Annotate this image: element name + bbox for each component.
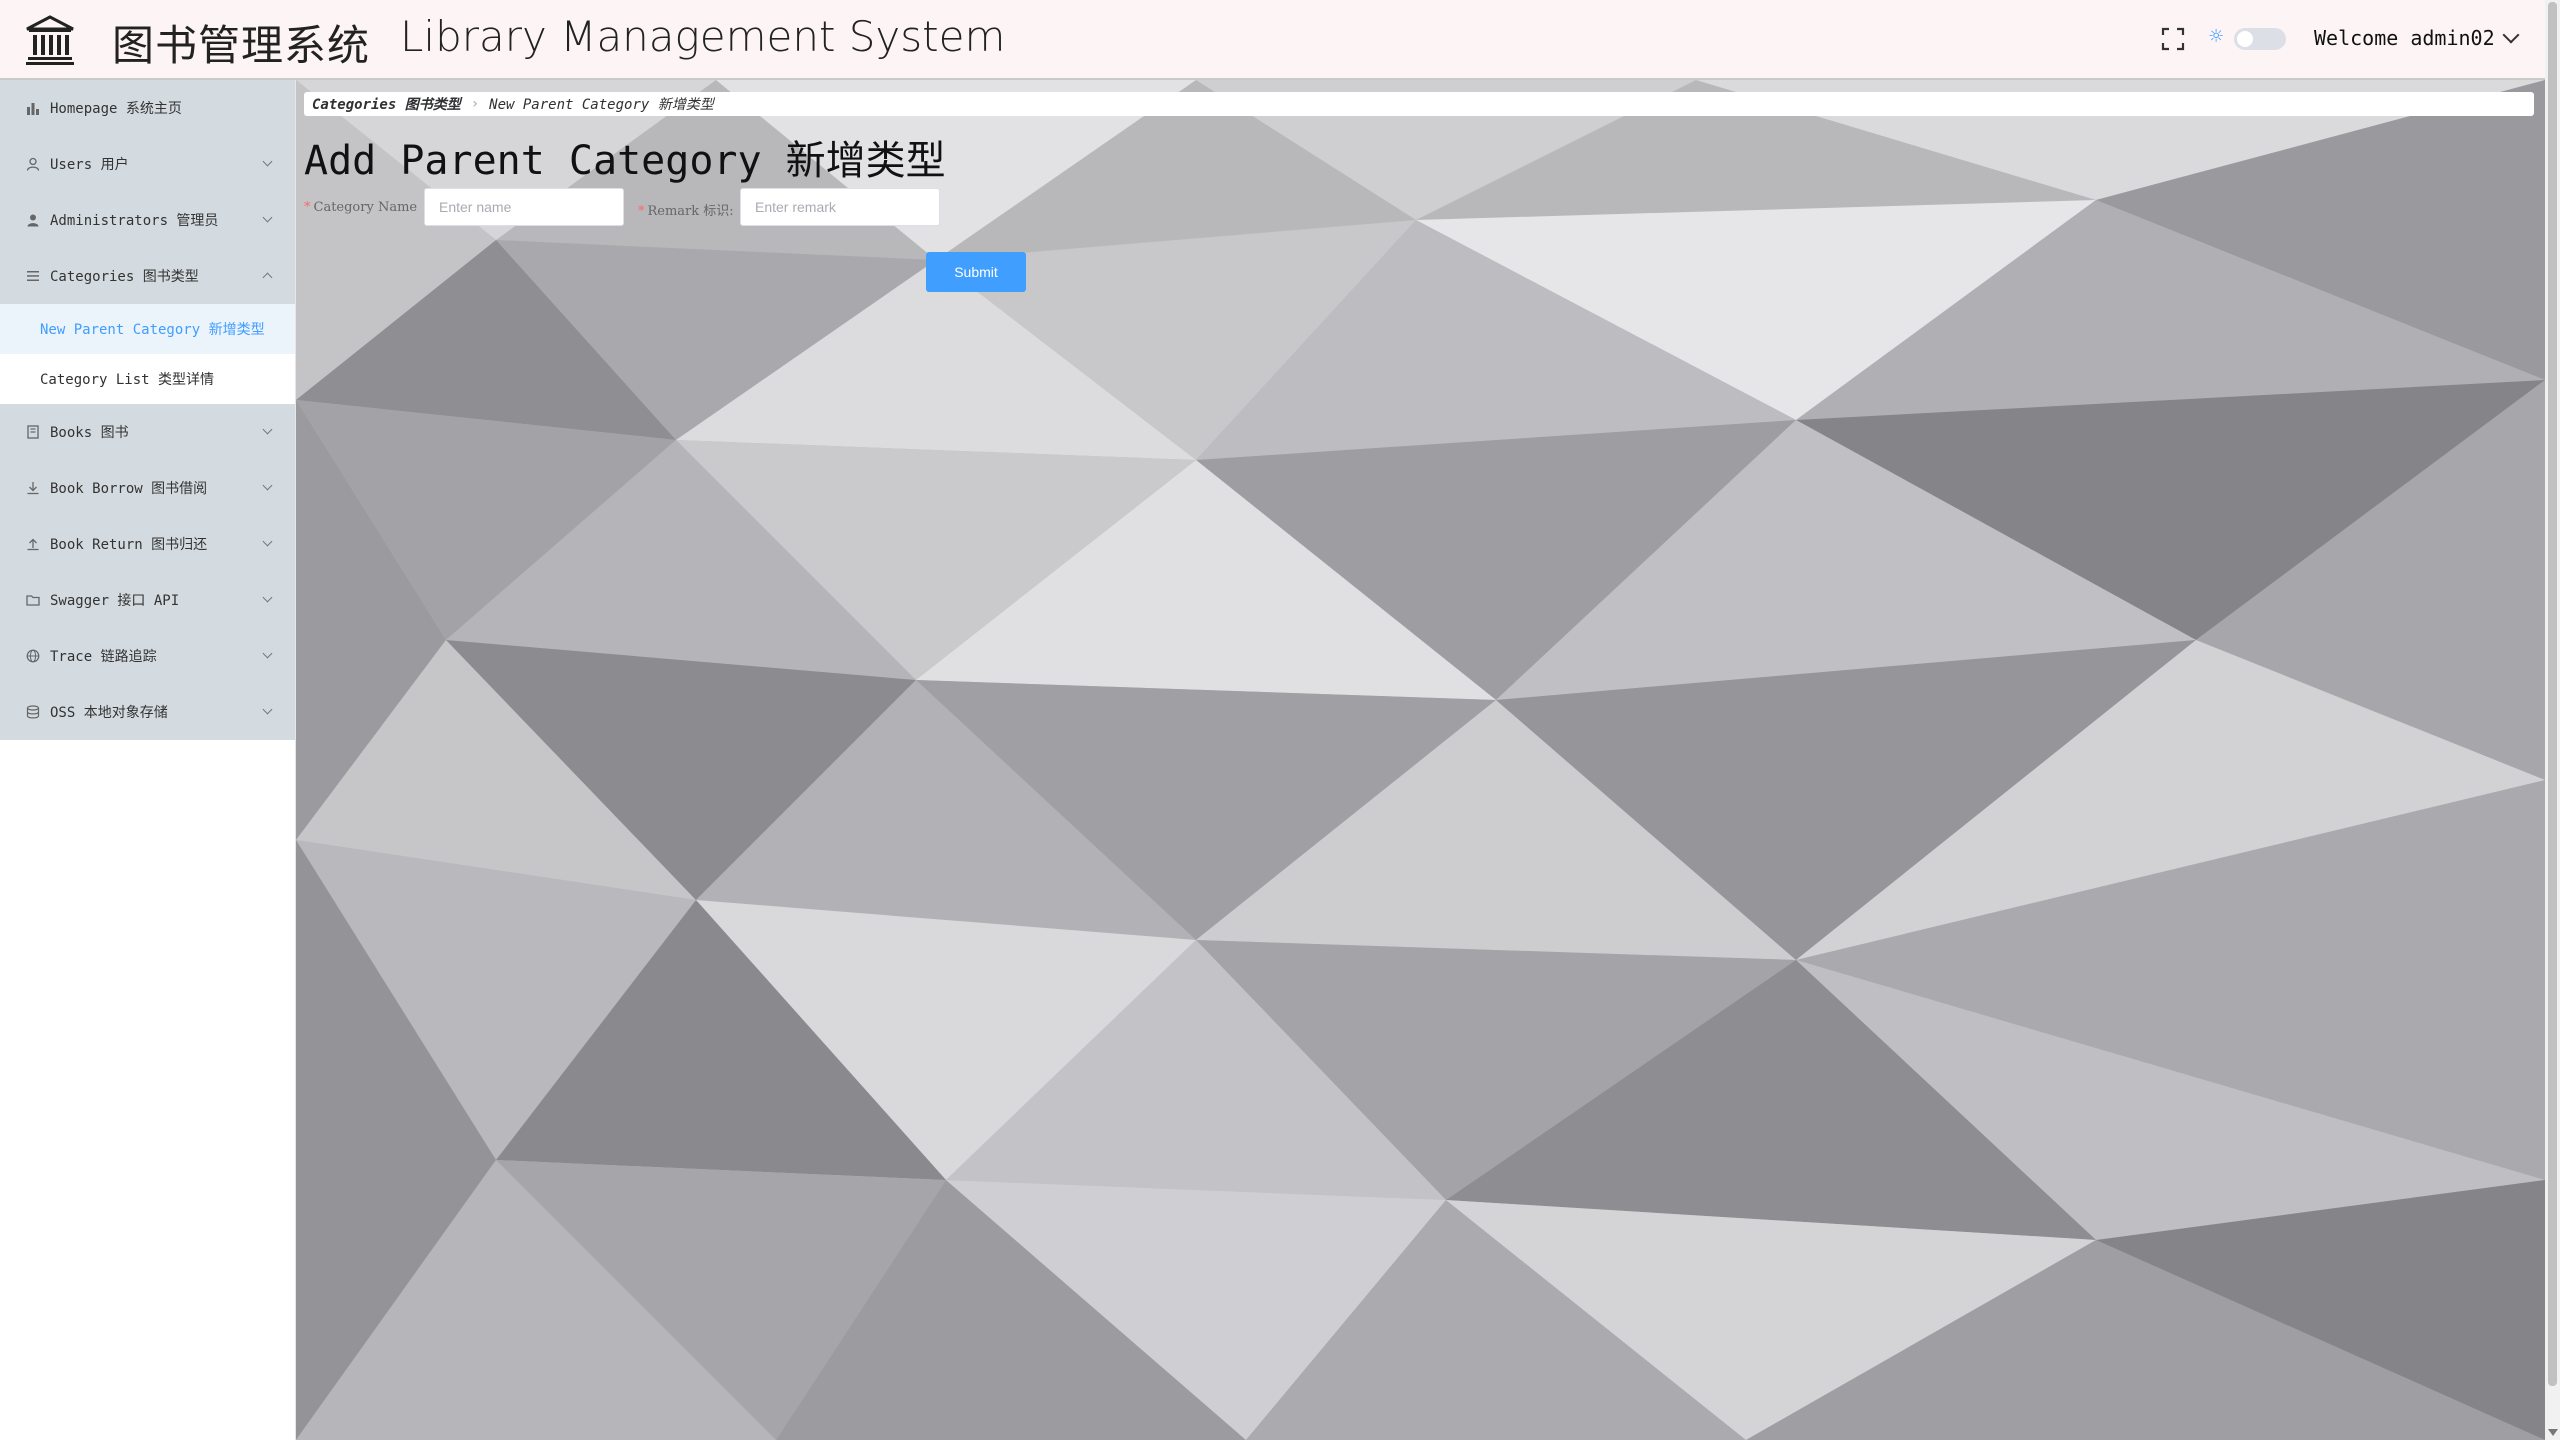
breadcrumb-separator-icon: › (470, 96, 480, 112)
top-header: 图书管理系统 Library Management System ☼ Welco… (0, 0, 2545, 80)
chevron-down-icon (262, 648, 273, 659)
sidebar-item-label: OSS 本地对象存储 (50, 705, 168, 721)
sidebar-item-oss[interactable]: OSS 本地对象存储 (0, 684, 295, 740)
vertical-scrollbar[interactable] (2545, 0, 2560, 1440)
required-asterisk: * (638, 204, 645, 219)
user-menu[interactable]: Welcome admin02 (2314, 26, 2520, 50)
sidebar-item-label: Books 图书 (50, 425, 129, 441)
sidebar-item-label: Book Borrow 图书借阅 (50, 481, 208, 497)
breadcrumb-current: New Parent Category 新增类型 (489, 97, 714, 113)
user-icon (24, 155, 42, 173)
main-content: Categories 图书类型 › New Parent Category 新增… (296, 80, 2545, 1440)
upload-icon (24, 535, 42, 553)
sidebar-item-label: Homepage 系统主页 (50, 101, 182, 117)
chevron-down-icon (262, 536, 273, 547)
sidebar-item-administrators[interactable]: Administrators 管理员 (0, 192, 295, 248)
library-icon (26, 15, 74, 65)
sidebar-item-book-return[interactable]: Book Return 图书归还 (0, 516, 295, 572)
breadcrumb: Categories 图书类型 › New Parent Category 新增… (304, 92, 2534, 116)
folder-icon (24, 591, 42, 609)
sidebar: Homepage 系统主页 Users 用户 Administrators 管理… (0, 80, 296, 1440)
sidebar-item-users[interactable]: Users 用户 (0, 136, 295, 192)
label-colon: : (729, 204, 734, 219)
sidebar-subitem-category-list[interactable]: Category List 类型详情 (0, 354, 295, 404)
chevron-down-icon (262, 424, 273, 435)
sidebar-subitem-label: New Parent Category 新增类型 (40, 322, 265, 338)
sidebar-item-homepage[interactable]: Homepage 系统主页 (0, 80, 295, 136)
sidebar-item-label: Categories 图书类型 (50, 269, 199, 285)
remark-input[interactable] (740, 188, 940, 226)
remark-label: * Remark 标识: (638, 200, 734, 219)
sidebar-item-categories[interactable]: Categories 图书类型 (0, 248, 295, 304)
database-icon (24, 703, 42, 721)
chevron-down-icon (262, 592, 273, 603)
sidebar-subitem-label: Category List 类型详情 (40, 372, 215, 388)
chevron-down-icon (2502, 26, 2520, 44)
scrollbar-thumb[interactable] (2548, 2, 2557, 1386)
toggle-knob (2237, 31, 2253, 47)
chevron-down-icon (262, 212, 273, 223)
theme-toggle[interactable] (2234, 28, 2286, 50)
sidebar-item-label: Administrators 管理员 (50, 213, 219, 229)
sidebar-item-label: Users 用户 (50, 157, 129, 173)
sidebar-item-book-borrow[interactable]: Book Borrow 图书借阅 (0, 460, 295, 516)
app-title-cn: 图书管理系统 (112, 21, 371, 70)
scroll-down-arrow-icon[interactable] (2548, 1429, 2558, 1436)
sidebar-item-label: Book Return 图书归还 (50, 537, 208, 553)
page-title: Add Parent Category 新增类型 (304, 138, 946, 184)
low-poly-background (296, 80, 2545, 1440)
list-icon (24, 267, 42, 285)
remark-label-text: Remark 标识 (647, 204, 730, 219)
breadcrumb-parent[interactable]: Categories 图书类型 (312, 94, 461, 114)
chevron-up-icon (262, 272, 273, 283)
chevron-down-icon (262, 704, 273, 715)
sidebar-item-books[interactable]: Books 图书 (0, 404, 295, 460)
download-icon (24, 479, 42, 497)
sidebar-menu-lower: Books 图书 Book Borrow 图书借阅 Book Return 图书… (0, 404, 295, 740)
sun-icon: ☼ (2208, 26, 2225, 47)
welcome-text: Welcome admin02 (2314, 26, 2495, 50)
admin-icon (24, 211, 42, 229)
globe-icon (24, 647, 42, 665)
sidebar-item-swagger[interactable]: Swagger 接口 API (0, 572, 295, 628)
category-name-input[interactable] (424, 188, 624, 226)
required-asterisk: * (304, 200, 311, 215)
fullscreen-icon[interactable] (2160, 26, 2186, 52)
sidebar-menu: Homepage 系统主页 Users 用户 Administrators 管理… (0, 80, 295, 304)
submit-button[interactable]: Submit (926, 252, 1026, 292)
sidebar-item-label: Swagger 接口 API (50, 593, 180, 609)
bar-chart-icon (24, 99, 42, 117)
book-icon (24, 423, 42, 441)
sidebar-item-trace[interactable]: Trace 链路追踪 (0, 628, 295, 684)
chevron-down-icon (262, 156, 273, 167)
category-name-label: * Category Name (304, 200, 417, 215)
sidebar-subitem-new-parent-category[interactable]: New Parent Category 新增类型 (0, 304, 295, 354)
app-title-en: Library Management System (400, 12, 1006, 61)
sidebar-item-label: Trace 链路追踪 (50, 649, 157, 665)
chevron-down-icon (262, 480, 273, 491)
category-name-label-text: Category Name (313, 200, 418, 215)
